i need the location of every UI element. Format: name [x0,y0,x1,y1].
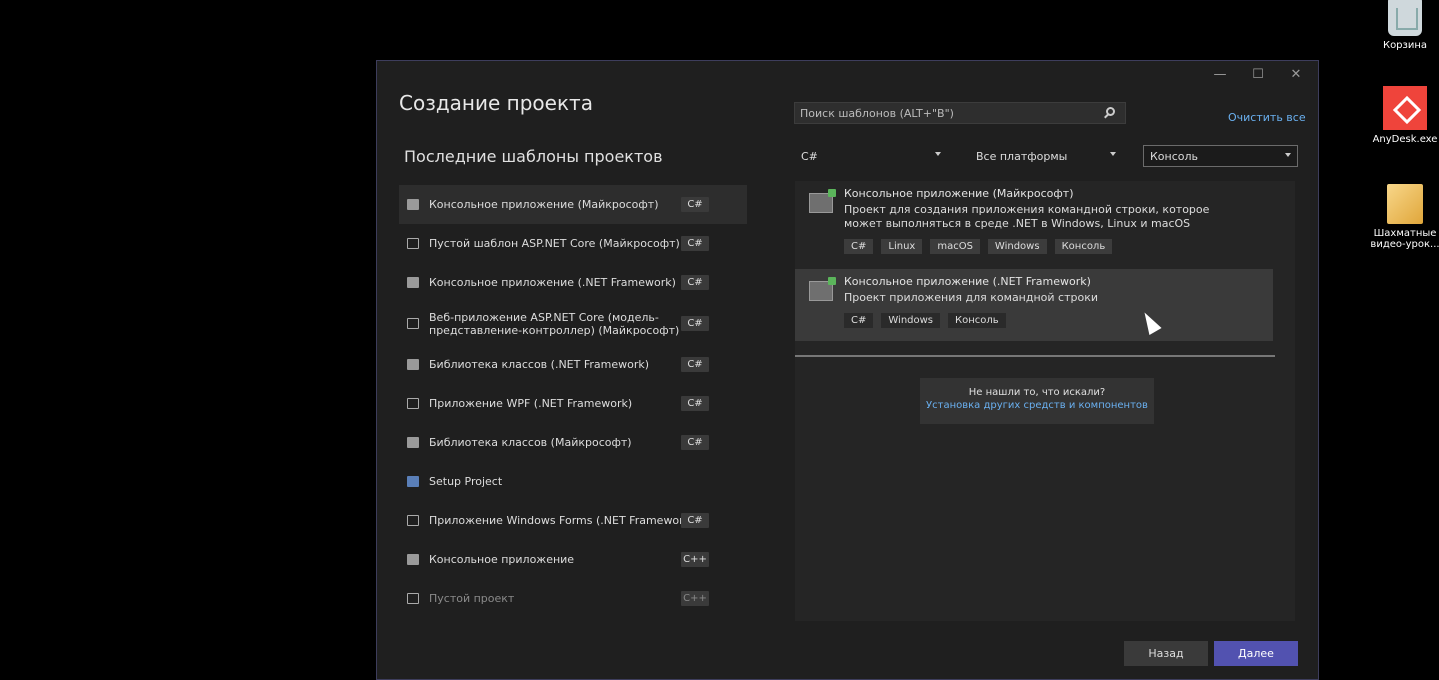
results-divider [795,355,1275,357]
template-results-list: Консольное приложение (Майкрософт) Проек… [795,181,1295,621]
console-template-icon [407,277,419,288]
search-placeholder: Поиск шаблонов (ALT+"В") [800,106,954,120]
install-more-tools-link[interactable]: Установка других средств и компонентов [920,400,1154,411]
web-template-icon [407,318,419,329]
chevron-down-icon [1285,153,1291,157]
recent-item-console-app-netfx[interactable]: Консольное приложение (.NET Framework) C… [399,263,747,302]
clear-all-link[interactable]: Очистить все [1228,111,1306,124]
result-tags: C# Linux macOS Windows Консоль [844,239,1273,254]
platform-filter-dropdown[interactable]: Все платформы [970,145,1122,167]
next-button[interactable]: Далее [1214,641,1298,666]
search-icon[interactable] [1106,107,1115,116]
recent-item-aspnet-mvc[interactable]: Веб-приложение ASP.NET Core (модель-пред… [399,302,747,345]
recent-item-console-app-ms[interactable]: Консольное приложение (Майкрософт) C# [399,185,747,224]
chevron-down-icon [935,152,941,156]
web-template-icon [407,238,419,249]
language-badge: C# [681,357,709,372]
recent-item-aspnet-empty[interactable]: Пустой шаблон ASP.NET Core (Майкрософт) … [399,224,747,263]
tag: Windows [987,239,1047,254]
result-tags: C# Windows Консоль [844,313,1273,328]
tag: C# [844,239,874,254]
language-badge: C# [681,275,709,290]
language-badge: C# [681,396,709,411]
winforms-template-icon [407,515,419,526]
desktop-icon-label: Корзина [1382,40,1428,51]
console-template-icon [407,554,419,565]
recent-templates-heading: Последние шаблоны проектов [404,147,663,166]
template-search-input[interactable]: Поиск шаблонов (ALT+"В") [794,102,1126,124]
result-console-app-netfx[interactable]: Консольное приложение (.NET Framework) П… [795,269,1273,341]
tag: Консоль [1054,239,1113,254]
window-controls: — ☐ ✕ [1212,67,1304,82]
tag: Linux [881,239,923,254]
recent-item-class-library-netfx[interactable]: Библиотека классов (.NET Framework) C# [399,345,747,384]
class-library-icon [407,437,419,448]
anydesk-icon [1383,86,1427,130]
language-badge: C++ [681,552,709,567]
result-title: Консольное приложение (Майкрософт) [844,187,1074,200]
recent-templates-list: Консольное приложение (Майкрософт) C# Пу… [399,185,747,618]
project-type-filter-value: Консоль [1150,149,1199,163]
class-library-icon [407,359,419,370]
language-badge: C# [681,513,709,528]
language-badge: C# [681,435,709,450]
console-template-icon [809,189,836,213]
tag: macOS [930,239,980,254]
result-description: Проект для создания приложения командной… [844,203,1210,230]
recent-item-empty-project-cpp[interactable]: Пустой проект C++ [399,579,747,618]
language-badge: C# [681,236,709,251]
maximize-icon[interactable]: ☐ [1250,67,1266,82]
console-template-icon [407,199,419,210]
desktop-icon-label: Шахматные видео-урок... [1370,228,1439,250]
tag: C# [844,313,874,328]
language-filter-dropdown[interactable]: C# [795,145,947,167]
desktop-icon-chess-videos[interactable]: Шахматные видео-урок... [1360,184,1439,250]
recent-item-winforms-app[interactable]: Приложение Windows Forms (.NET Framework… [399,501,747,540]
desktop-icon-label: AnyDesk.exe [1372,134,1438,145]
not-found-question: Не нашли то, что искали? [968,387,1106,398]
tag: Windows [881,313,941,328]
language-filter-value: C# [801,149,818,163]
create-project-dialog: — ☐ ✕ Создание проекта Последние шаблоны… [376,60,1319,680]
result-description: Проект приложения для командной строки [844,291,1099,304]
language-badge: C# [681,316,709,331]
result-console-app-ms[interactable]: Консольное приложение (Майкрософт) Проек… [795,181,1273,267]
minimize-icon[interactable]: — [1212,67,1228,82]
console-template-icon [809,277,836,301]
page-title: Создание проекта [399,91,593,115]
close-icon[interactable]: ✕ [1288,67,1304,82]
not-found-panel: Не нашли то, что искали? Установка други… [920,378,1154,424]
recent-item-wpf-app[interactable]: Приложение WPF (.NET Framework) C# [399,384,747,423]
back-button[interactable]: Назад [1124,641,1208,666]
recent-item-label: Setup Project [429,475,503,488]
recycle-bin-icon [1388,0,1422,36]
result-title: Консольное приложение (.NET Framework) [844,275,1091,288]
tag: Консоль [948,313,1006,328]
recent-item-setup-project[interactable]: Setup Project [399,462,747,501]
recent-item-console-app-cpp[interactable]: Консольное приложение C++ [399,540,747,579]
platform-filter-value: Все платформы [976,149,1068,163]
wpf-template-icon [407,398,419,409]
recent-item-class-library-ms[interactable]: Библиотека классов (Майкрософт) C# [399,423,747,462]
language-badge: C++ [681,591,709,606]
desktop-icon-anydesk[interactable]: AnyDesk.exe [1360,86,1439,145]
language-badge: C# [681,197,709,212]
chevron-down-icon [1110,152,1116,156]
project-type-filter-dropdown[interactable]: Консоль [1143,145,1298,167]
file-icon [1387,184,1423,224]
setup-project-icon [407,476,419,487]
empty-project-icon [407,593,419,604]
desktop-icon-recycle-bin[interactable]: Корзина [1360,0,1439,51]
